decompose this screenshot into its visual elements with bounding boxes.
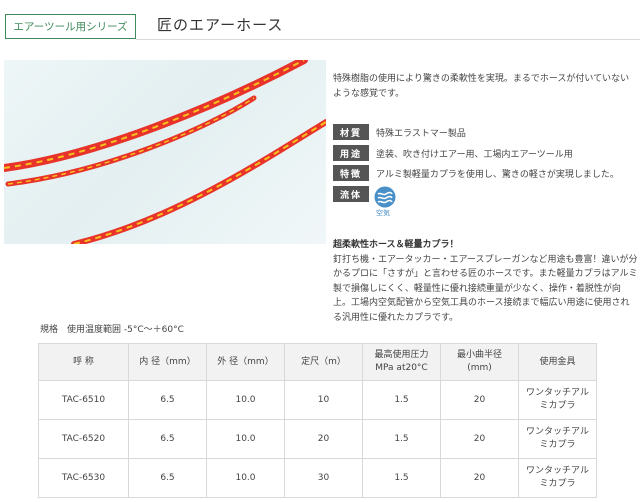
cell-length: 30 bbox=[284, 458, 363, 498]
column-header: 内 径（mm） bbox=[128, 343, 207, 381]
cell-min-bend-radius: 20 bbox=[440, 380, 519, 420]
spec-value: 特殊エラストマー製品 bbox=[376, 128, 466, 139]
cell-outer-diameter: 10.0 bbox=[206, 380, 285, 420]
spec-label: 特徴 bbox=[333, 165, 369, 181]
title-divider bbox=[136, 39, 640, 40]
spec-fluid: 流体 bbox=[333, 186, 369, 202]
spec-feature: 特徴 アルミ製軽量カプラを使用し、驚きの軽さが実現しました。 bbox=[333, 165, 619, 181]
cell-length: 10 bbox=[284, 380, 363, 420]
cell-fitting: ワンタッチアル ミカプラ bbox=[518, 458, 597, 498]
spec-value: 塗装、吹き付けエアー用、工場内エアーツール用 bbox=[376, 149, 573, 160]
column-header: 最小曲半径 (mm) bbox=[440, 343, 519, 381]
temperature-range: 規格 使用温度範囲 -5°C～＋60°C bbox=[40, 325, 184, 335]
spec-label: 材質 bbox=[333, 124, 369, 140]
column-header: 定尺（m） bbox=[284, 343, 363, 381]
cell-inner-diameter: 6.5 bbox=[128, 419, 207, 459]
hose-image bbox=[4, 60, 326, 244]
spec-label: 用途 bbox=[333, 145, 369, 161]
column-header: 最高使用圧力 MPa at20°C bbox=[362, 343, 441, 381]
cell-max-pressure: 1.5 bbox=[362, 458, 441, 498]
product-photo bbox=[4, 60, 326, 244]
feature-heading: 超柔軟性ホース＆軽量カプラ！ bbox=[333, 240, 459, 250]
cell-fitting: ワンタッチアル ミカプラ bbox=[518, 419, 597, 459]
spec-table: 呼 称 内 径（mm） 外 径（mm） 定尺（m） 最高使用圧力 MPa at2… bbox=[38, 343, 597, 498]
feature-body: 釘打ち機・エアータッカー・エアースプレーガンなど用途も豊富！違いが分かるプロに「… bbox=[333, 254, 638, 323]
cell-fitting: ワンタッチアル ミカプラ bbox=[518, 380, 597, 420]
cell-model: TAC-6530 bbox=[38, 458, 129, 498]
column-header: 呼 称 bbox=[38, 343, 129, 381]
column-header: 外 径（mm） bbox=[206, 343, 285, 381]
cell-outer-diameter: 10.0 bbox=[206, 419, 285, 459]
series-tag-label: エアーツール用シリーズ bbox=[13, 21, 128, 33]
table-row: TAC-6530 6.5 10.0 30 1.5 20 ワンタッチアル ミカプラ bbox=[38, 458, 597, 498]
cell-min-bend-radius: 20 bbox=[440, 458, 519, 498]
product-description: 特殊樹脂の使用により驚きの柔軟性を実現。まるでホースが付いていないような感覚です… bbox=[333, 74, 630, 99]
spec-value: アルミ製軽量カプラを使用し、驚きの軽さが実現しました。 bbox=[376, 169, 619, 180]
cell-outer-diameter: 10.0 bbox=[206, 458, 285, 498]
fluid-caption: 空気 bbox=[376, 209, 390, 217]
table-header-row: 呼 称 内 径（mm） 外 径（mm） 定尺（m） 最高使用圧力 MPa at2… bbox=[38, 343, 597, 381]
feature-block: 超柔軟性ホース＆軽量カプラ！ 釘打ち機・エアータッカー・エアースプレーガンなど用… bbox=[333, 238, 638, 325]
series-tag[interactable]: エアーツール用シリーズ bbox=[5, 14, 136, 39]
cell-model: TAC-6520 bbox=[38, 419, 129, 459]
table-row: TAC-6510 6.5 10.0 10 1.5 20 ワンタッチアル ミカプラ bbox=[38, 380, 597, 420]
spec-material: 材質 特殊エラストマー製品 bbox=[333, 124, 466, 140]
page-title: 匠のエアーホース bbox=[157, 16, 284, 34]
cell-inner-diameter: 6.5 bbox=[128, 458, 207, 498]
cell-inner-diameter: 6.5 bbox=[128, 380, 207, 420]
spec-usage: 用途 塗装、吹き付けエアー用、工場内エアーツール用 bbox=[333, 145, 573, 161]
spec-label: 流体 bbox=[333, 186, 369, 202]
table-row: TAC-6520 6.5 10.0 20 1.5 20 ワンタッチアル ミカプラ bbox=[38, 419, 597, 459]
cell-length: 20 bbox=[284, 419, 363, 459]
cell-model: TAC-6510 bbox=[38, 380, 129, 420]
cell-min-bend-radius: 20 bbox=[440, 419, 519, 459]
column-header: 使用金具 bbox=[518, 343, 597, 381]
air-flow-icon bbox=[374, 186, 396, 208]
cell-max-pressure: 1.5 bbox=[362, 380, 441, 420]
cell-max-pressure: 1.5 bbox=[362, 419, 441, 459]
